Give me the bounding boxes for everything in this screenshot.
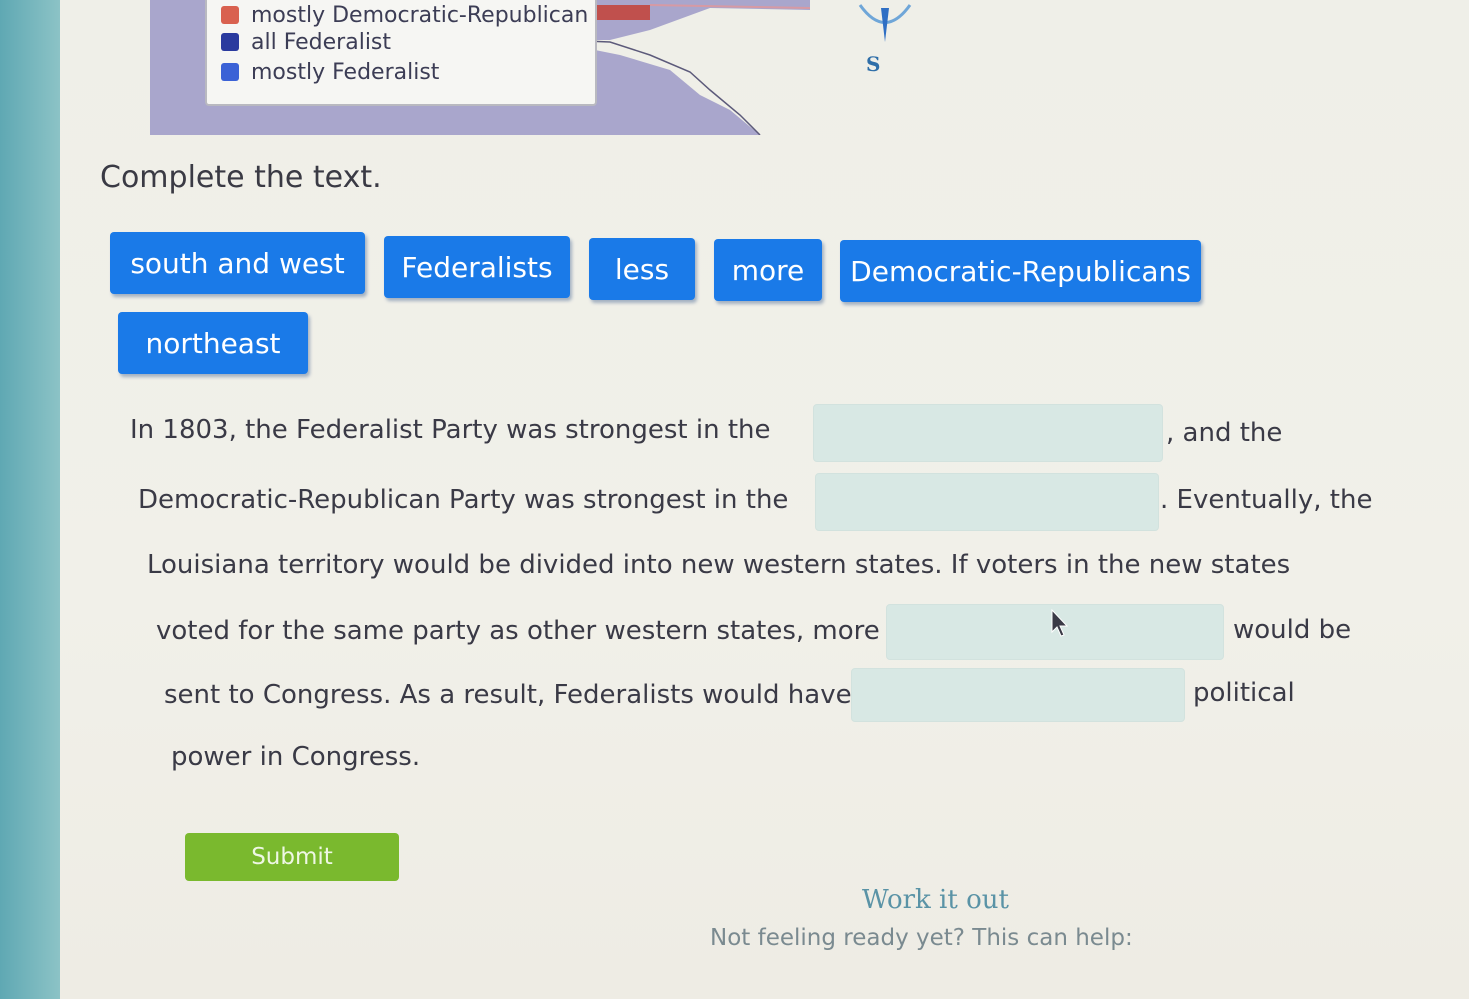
legend-item-mostly-federalist: mostly Federalist — [221, 59, 439, 85]
compass-rose-icon — [858, 4, 912, 42]
answer-blank-2[interactable] — [815, 473, 1159, 531]
legend-label: all Federalist — [251, 29, 392, 55]
legend-item-all-federalist: all Federalist — [221, 29, 391, 55]
legend-swatch — [221, 33, 239, 51]
not-ready-text: Not feeling ready yet? This can help: — [710, 925, 1133, 951]
instruction-text: Complete the text. — [100, 160, 382, 195]
legend-swatch — [221, 63, 239, 81]
passage-line-6: power in Congress. — [171, 742, 421, 772]
word-tile-more[interactable]: more — [714, 239, 822, 301]
passage-line-3: Louisiana territory would be divided int… — [147, 550, 1291, 580]
legend-swatch — [221, 6, 239, 24]
legend-label: mostly Democratic-Republican — [251, 2, 589, 28]
passage-line-1b: , and the — [1166, 418, 1283, 448]
legend-label: mostly Federalist — [251, 59, 440, 85]
passage-line-5b: political — [1193, 678, 1295, 708]
answer-blank-4[interactable] — [851, 668, 1185, 722]
word-tile-federalists[interactable]: Federalists — [384, 236, 570, 298]
work-it-out-link[interactable]: Work it out — [862, 885, 1009, 915]
mouse-pointer-icon — [1051, 608, 1069, 637]
legend-item-mostly-democratic-republican: mostly Democratic-Republican — [221, 2, 588, 28]
submit-button[interactable]: Submit — [185, 833, 399, 881]
word-tile-less[interactable]: less — [589, 238, 695, 300]
answer-blank-1[interactable] — [813, 404, 1163, 462]
compass-south-label: S — [866, 52, 881, 76]
word-tile-south-and-west[interactable]: south and west — [110, 232, 365, 294]
word-tile-democratic-republicans[interactable]: Democratic-Republicans — [840, 240, 1201, 302]
passage-line-4a: voted for the same party as other wester… — [156, 616, 880, 646]
map: mostly Democratic-Republican all Federal… — [90, 0, 810, 135]
passage-line-4b: would be — [1233, 615, 1352, 645]
passage-line-2b: . Eventually, the — [1160, 485, 1373, 515]
passage-line-2a: Democratic-Republican Party was stronges… — [138, 485, 789, 515]
passage-line-1a: In 1803, the Federalist Party was strong… — [130, 415, 771, 445]
passage-line-5a: sent to Congress. As a result, Federalis… — [164, 680, 852, 710]
map-legend: mostly Democratic-Republican all Federal… — [205, 0, 597, 106]
word-tile-northeast[interactable]: northeast — [118, 312, 308, 374]
